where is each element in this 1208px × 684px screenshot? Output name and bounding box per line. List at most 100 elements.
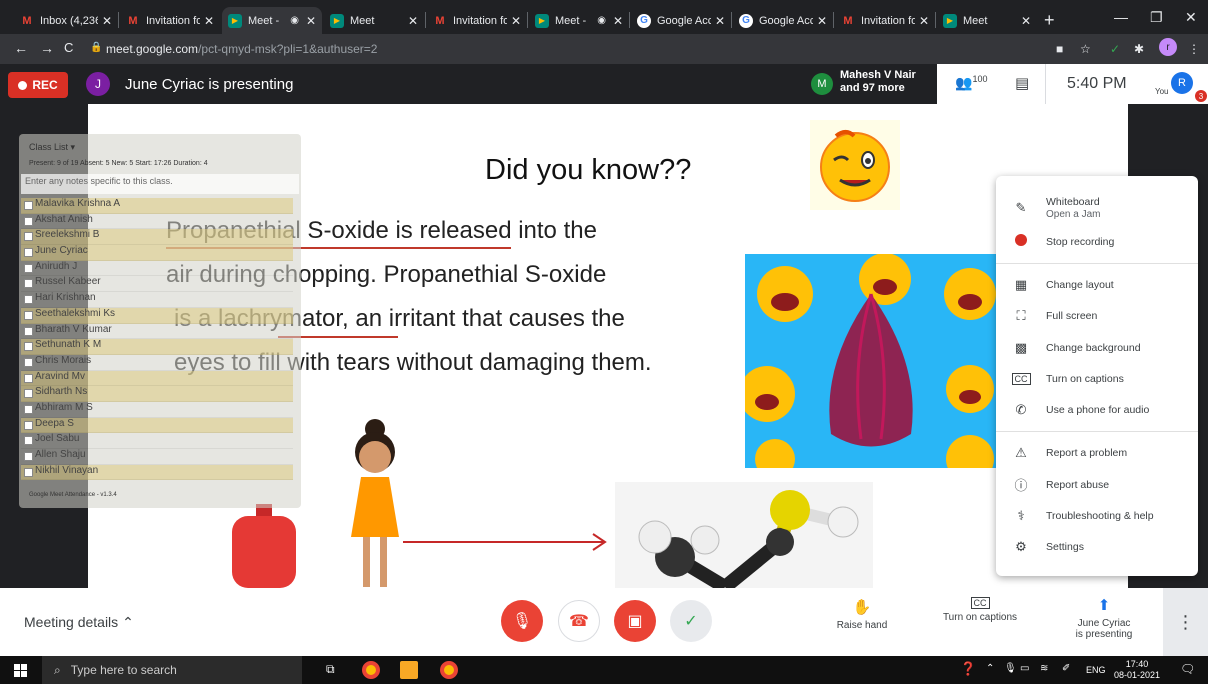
class-list-dropdown[interactable]: Class List ▾ bbox=[29, 142, 75, 153]
close-icon[interactable]: ✕ bbox=[102, 14, 112, 28]
student-row[interactable]: Russel Kabeer bbox=[21, 276, 293, 293]
new-tab-button[interactable]: + bbox=[1044, 10, 1055, 31]
check-extension-button[interactable]: ✓ bbox=[670, 600, 712, 642]
back-icon[interactable]: ← bbox=[14, 40, 28, 56]
battery-icon[interactable]: ▭ bbox=[1020, 663, 1029, 674]
reload-icon[interactable]: C bbox=[64, 40, 73, 55]
student-row[interactable]: Seethalekshmi Ks bbox=[21, 307, 293, 324]
camera-button[interactable]: ▣ bbox=[614, 600, 656, 642]
tab-invitation-3[interactable]: M Invitation fo ✕ bbox=[835, 7, 935, 34]
task-view-icon[interactable]: ⧉ bbox=[326, 662, 335, 677]
close-icon[interactable]: ✕ bbox=[817, 14, 827, 28]
student-row[interactable]: Chris Morais bbox=[21, 355, 293, 371]
tab-google-account-1[interactable]: GGoogle Acco✕ bbox=[631, 7, 731, 34]
menu-item-report-abuse[interactable]: ⓘ Report abuse bbox=[996, 469, 1198, 500]
leave-call-button[interactable]: ☎ bbox=[558, 600, 600, 642]
more-options-button[interactable]: ⋮ bbox=[1163, 588, 1208, 656]
profile-avatar[interactable]: r bbox=[1159, 38, 1177, 56]
class-notes-input[interactable]: Enter any notes specific to this class. bbox=[21, 174, 299, 194]
student-row[interactable]: Sreelekshmi B bbox=[21, 229, 293, 246]
menu-item-captions[interactable]: CC Turn on captions bbox=[996, 363, 1198, 394]
window-close-button[interactable]: ✕ bbox=[1185, 9, 1197, 26]
student-row[interactable]: Bharath V Kumar bbox=[21, 324, 293, 340]
participants-button[interactable]: 👥100 bbox=[955, 74, 987, 92]
meeting-details-button[interactable]: Meeting details ⌃ bbox=[24, 614, 134, 631]
system-clock[interactable]: 17:40 08-01-2021 bbox=[1114, 659, 1160, 681]
forward-icon[interactable]: → bbox=[40, 40, 54, 56]
attendance-panel[interactable]: Class List ▾ Present: 9 of 19 Absent: 5 … bbox=[19, 134, 301, 508]
camera-icon[interactable]: ■ bbox=[1056, 42, 1063, 56]
language-indicator[interactable]: ENG bbox=[1086, 665, 1106, 675]
student-row[interactable]: Akshat Anish bbox=[21, 214, 293, 230]
tab-invitation-1[interactable]: M Invitation fo ✕ bbox=[120, 7, 220, 34]
taskbar-search[interactable]: ⌕ Type here to search bbox=[42, 656, 302, 684]
menu-item-troubleshooting[interactable]: ⚕ Troubleshooting & help bbox=[996, 500, 1198, 531]
background-icon: ▩ bbox=[1014, 339, 1028, 355]
captions-button[interactable]: CC Turn on captions bbox=[935, 597, 1025, 623]
tab-meet-3[interactable]: ▶ Meet - ◉ ✕ bbox=[529, 7, 629, 34]
raise-hand-button[interactable]: ✋ Raise hand bbox=[832, 598, 892, 631]
student-row[interactable]: Sethunath K M bbox=[21, 339, 293, 355]
student-row[interactable]: Anirudh J bbox=[21, 261, 293, 277]
browser-menu-icon[interactable]: ⋮ bbox=[1188, 42, 1200, 56]
student-row[interactable]: Hari Krishnan bbox=[21, 292, 293, 308]
close-icon[interactable]: ✕ bbox=[715, 14, 725, 28]
restore-button[interactable]: ❐ bbox=[1150, 9, 1163, 26]
tab-inbox[interactable]: M Inbox (4,236 ✕ bbox=[14, 7, 118, 34]
extension-check-icon[interactable]: ✓ bbox=[1110, 42, 1120, 56]
more-options-menu: ✎ Whiteboard Open a Jam Stop recording ▦ … bbox=[996, 176, 1198, 576]
menu-item-settings[interactable]: ⚙ Settings bbox=[996, 531, 1198, 562]
student-row[interactable]: Sidharth Ns bbox=[21, 386, 293, 402]
close-icon[interactable]: ✕ bbox=[919, 14, 929, 28]
captions-icon: CC bbox=[935, 597, 1025, 609]
pen-tray-icon[interactable]: ✐ bbox=[1062, 663, 1070, 674]
menu-item-stop-recording[interactable]: Stop recording bbox=[996, 226, 1198, 257]
tab-meet-2[interactable]: ▶ Meet ✕ bbox=[324, 7, 424, 34]
chat-button[interactable]: ▤ bbox=[1015, 74, 1029, 92]
gas-cylinder-image bbox=[228, 504, 303, 588]
tab-invitation-2[interactable]: M Invitation fo ✕ bbox=[427, 7, 527, 34]
mic-tray-icon[interactable]: 🎙 bbox=[1004, 663, 1017, 674]
tab-meet-4[interactable]: ▶ Meet ✕ bbox=[937, 7, 1037, 34]
star-icon[interactable]: ☆ bbox=[1080, 42, 1091, 56]
microphone-button[interactable]: 🎙 bbox=[501, 600, 543, 642]
wifi-icon[interactable]: ≋ bbox=[1040, 663, 1048, 674]
menu-item-change-layout[interactable]: ▦ Change layout bbox=[996, 269, 1198, 300]
user-avatar[interactable]: R bbox=[1171, 72, 1193, 94]
close-icon[interactable]: ✕ bbox=[408, 14, 418, 28]
slide-title: Did you know?? bbox=[485, 154, 692, 186]
close-icon[interactable]: ✕ bbox=[306, 14, 316, 28]
menu-item-full-screen[interactable]: ⛶ Full screen bbox=[996, 300, 1198, 331]
close-icon[interactable]: ✕ bbox=[204, 14, 214, 28]
menu-item-report-problem[interactable]: ⚠ Report a problem bbox=[996, 437, 1198, 468]
tab-meet-active[interactable]: ▶ Meet - ◉ ✕ bbox=[222, 7, 322, 34]
menu-item-change-background[interactable]: ▩ Change background bbox=[996, 332, 1198, 363]
menu-item-phone-audio[interactable]: ✆ Use a phone for audio bbox=[996, 394, 1198, 425]
student-row[interactable]: Allen Shaju bbox=[21, 449, 293, 465]
chrome-icon[interactable] bbox=[440, 661, 458, 679]
student-row[interactable]: Nikhil Vinayan bbox=[21, 464, 293, 481]
help-icon[interactable]: ❓ bbox=[960, 661, 976, 677]
student-row[interactable]: Aravind Mv bbox=[21, 370, 293, 387]
tab-google-account-2[interactable]: GGoogle Acco✕ bbox=[733, 7, 833, 34]
close-icon[interactable]: ✕ bbox=[613, 14, 623, 28]
windows-start-icon[interactable] bbox=[14, 664, 27, 677]
student-row[interactable]: Deepa S bbox=[21, 417, 293, 434]
presenting-button[interactable]: ⬆ June Cyriac is presenting bbox=[1058, 596, 1150, 640]
minimize-button[interactable]: — bbox=[1114, 9, 1128, 25]
url-field[interactable]: meet.google.com/pct-qmyd-msk?pli=1&authu… bbox=[106, 42, 377, 56]
chevron-up-icon[interactable]: ⌃ bbox=[986, 663, 994, 674]
chrome-icon[interactable] bbox=[362, 661, 380, 679]
student-row[interactable]: Abhiram M S bbox=[21, 402, 293, 418]
extensions-icon[interactable]: ✱ bbox=[1134, 42, 1144, 56]
girl-sneezing-image bbox=[333, 417, 413, 588]
close-icon[interactable]: ✕ bbox=[511, 14, 521, 28]
chevron-up-icon: ⌃ bbox=[122, 614, 134, 630]
student-row[interactable]: June Cyriac bbox=[21, 245, 293, 261]
student-row[interactable]: Joel Sabu bbox=[21, 433, 293, 449]
menu-item-whiteboard[interactable]: ✎ Whiteboard Open a Jam bbox=[996, 192, 1198, 224]
file-explorer-icon[interactable] bbox=[400, 661, 418, 679]
notifications-icon[interactable]: 🗨 bbox=[1180, 662, 1195, 676]
student-row[interactable]: Malavika Krishna A bbox=[21, 198, 293, 214]
close-icon[interactable]: ✕ bbox=[1021, 14, 1031, 28]
